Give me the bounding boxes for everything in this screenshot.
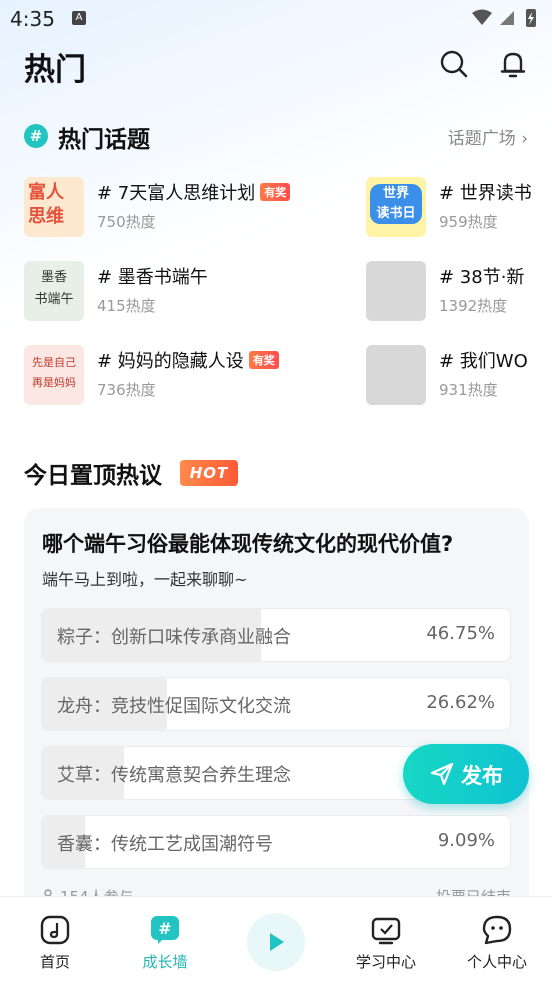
poll-option-label: 龙舟：竞技性促国际文化交流 bbox=[57, 696, 291, 717]
poll-card[interactable]: 哪个端午习俗最能体现传统文化的现代价值? 端午马上到啦，一起来聊聊~ 粽子：创新… bbox=[24, 508, 529, 928]
topic-item[interactable]: 墨香 书端午 # 墨香书端午 415热度 bbox=[24, 261, 244, 323]
tab-label: 首页 bbox=[39, 953, 70, 971]
page-title: 热门 bbox=[24, 52, 86, 88]
section-title: 热门话题 bbox=[58, 127, 150, 153]
topic-item[interactable]: 富人 思维 # 7天富人思维计划 有奖 750热度 bbox=[24, 177, 291, 239]
tab-home[interactable]: 首页 bbox=[0, 897, 110, 984]
svg-text:#: # bbox=[158, 919, 171, 938]
topic-thumbnail: 世界 读书日 bbox=[366, 177, 426, 237]
award-badge: 有奖 bbox=[248, 351, 279, 369]
poll-subtitle: 端午马上到啦，一起来聊聊~ bbox=[42, 570, 248, 589]
topic-item[interactable]: 先是自己 再是妈妈 # 妈妈的隐藏人设 有奖 736热度 bbox=[24, 345, 279, 407]
topic-heat: 931热度 bbox=[439, 381, 498, 399]
tab-profile[interactable]: 个人中心 bbox=[442, 897, 552, 984]
poll-option[interactable]: 香囊：传统工艺成国潮符号 9.09% bbox=[41, 815, 511, 869]
topic-square-link[interactable]: 话题广场 › bbox=[448, 124, 528, 149]
poll-option-percent: 26.62% bbox=[426, 692, 495, 713]
topic-heat: 750热度 bbox=[97, 213, 156, 231]
smile-chat-icon bbox=[482, 915, 512, 945]
notification-icon: A bbox=[72, 11, 86, 25]
section-title: 今日置顶热议 bbox=[24, 463, 162, 489]
topic-item[interactable]: 世界 读书日 # 世界读书 959热度 bbox=[366, 177, 552, 239]
topic-thumbnail: 墨香 书端午 bbox=[24, 261, 84, 321]
tab-learning-center[interactable]: 学习中心 bbox=[331, 897, 441, 984]
award-badge: 有奖 bbox=[260, 183, 291, 201]
poll-option-label: 粽子：创新口味传承商业融合 bbox=[57, 627, 291, 648]
bottom-tab-bar: 首页 # 成长墙 学习中心 个人中心 bbox=[0, 896, 552, 984]
topic-item[interactable]: # 38节·新 1392热度 bbox=[366, 261, 552, 323]
poll-option-label: 香囊：传统工艺成国潮符号 bbox=[57, 834, 273, 855]
play-button[interactable] bbox=[247, 913, 305, 971]
status-bar: 4:35 A bbox=[0, 0, 552, 40]
bell-icon[interactable] bbox=[497, 48, 529, 80]
publish-label: 发布 bbox=[461, 764, 503, 788]
poll-option-label: 艾草：传统寓意契合养生理念 bbox=[57, 765, 291, 786]
poll-option[interactable]: 龙舟：竞技性促国际文化交流 26.62% bbox=[41, 677, 511, 731]
hash-icon: # bbox=[24, 124, 48, 148]
home-music-icon bbox=[40, 915, 70, 945]
topic-title: # 墨香书端午 bbox=[97, 267, 208, 288]
tab-label: 成长墙 bbox=[142, 953, 188, 971]
tab-growth-wall[interactable]: # 成长墙 bbox=[110, 897, 220, 984]
topic-thumbnail bbox=[366, 261, 426, 321]
poll-question: 哪个端午习俗最能体现传统文化的现代价值? bbox=[42, 532, 454, 556]
topic-title: # 7天富人思维计划 bbox=[97, 183, 256, 204]
status-time: 4:35 bbox=[10, 7, 55, 31]
topic-heat: 415热度 bbox=[97, 297, 156, 315]
topic-title: # 世界读书 bbox=[439, 183, 532, 204]
hot-badge: HOT bbox=[180, 460, 238, 486]
board-check-icon bbox=[371, 917, 401, 945]
poll-option[interactable]: 粽子：创新口味传承商业融合 46.75% bbox=[41, 608, 511, 662]
topic-title: # 妈妈的隐藏人设 bbox=[97, 351, 244, 372]
topic-heat: 1392热度 bbox=[439, 297, 508, 315]
send-icon bbox=[430, 762, 454, 786]
topic-heat: 959热度 bbox=[439, 213, 498, 231]
hot-topics-header: # 热门话题 话题广场 › bbox=[24, 120, 528, 154]
signal-battery-icons bbox=[472, 9, 536, 27]
tab-label: 个人中心 bbox=[466, 953, 527, 971]
topic-title: # 我们WO bbox=[439, 351, 528, 372]
topic-thumbnail bbox=[366, 345, 426, 405]
tab-label: 学习中心 bbox=[355, 953, 416, 971]
poll-option-percent: 46.75% bbox=[426, 623, 495, 644]
topic-heat: 736热度 bbox=[97, 381, 156, 399]
hot-debate-header: 今日置顶热议 HOT bbox=[24, 456, 238, 490]
topic-title: # 38节·新 bbox=[439, 267, 525, 288]
publish-button[interactable]: 发布 bbox=[403, 744, 529, 804]
hash-chat-icon: # bbox=[151, 916, 179, 944]
topic-item[interactable]: # 我们WO 931热度 bbox=[366, 345, 552, 407]
topic-thumbnail: 先是自己 再是妈妈 bbox=[24, 345, 84, 405]
poll-option-percent: 9.09% bbox=[437, 830, 495, 851]
search-icon[interactable] bbox=[438, 48, 470, 80]
play-icon bbox=[270, 933, 284, 951]
topic-thumbnail: 富人 思维 bbox=[24, 177, 84, 237]
